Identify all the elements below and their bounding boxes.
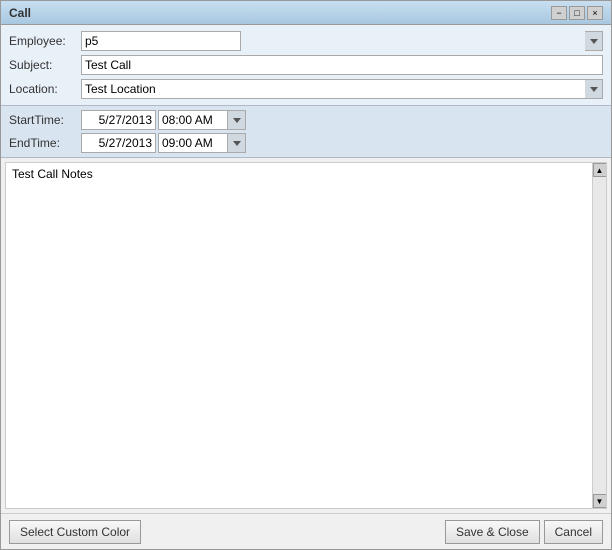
- starttime-time-wrapper: [158, 110, 246, 130]
- scroll-down-icon: ▼: [596, 497, 604, 506]
- datetime-section: StartTime: EndTime:: [1, 106, 611, 158]
- notes-textarea[interactable]: Test Call Notes: [6, 163, 592, 508]
- cancel-button[interactable]: Cancel: [544, 520, 603, 544]
- starttime-label: StartTime:: [9, 113, 81, 127]
- starttime-dropdown-button[interactable]: [228, 110, 246, 130]
- call-window: Call − □ × Employee: Subject:: [0, 0, 612, 550]
- notes-area: Test Call Notes ▲ ▼: [5, 162, 607, 509]
- minimize-button[interactable]: −: [551, 6, 567, 20]
- content-wrapper: Employee: Subject: Location:: [1, 25, 611, 549]
- employee-dropdown-button[interactable]: [585, 31, 603, 51]
- scroll-up-button[interactable]: ▲: [593, 163, 607, 177]
- endtime-row: EndTime:: [9, 133, 603, 153]
- endtime-date-input[interactable]: [81, 133, 156, 153]
- title-bar: Call − □ ×: [1, 1, 611, 25]
- save-close-button[interactable]: Save & Close: [445, 520, 540, 544]
- starttime-dropdown-arrow-icon: [233, 118, 241, 123]
- endtime-dropdown-button[interactable]: [228, 133, 246, 153]
- close-button[interactable]: ×: [587, 6, 603, 20]
- subject-input[interactable]: [81, 55, 603, 75]
- location-select-wrapper: [81, 79, 603, 99]
- location-input[interactable]: [81, 79, 603, 99]
- location-label: Location:: [9, 82, 81, 96]
- endtime-time-input[interactable]: [158, 133, 228, 153]
- bottom-left: Select Custom Color: [9, 520, 141, 544]
- select-custom-color-button[interactable]: Select Custom Color: [9, 520, 141, 544]
- endtime-label: EndTime:: [9, 136, 81, 150]
- scroll-up-icon: ▲: [596, 166, 604, 175]
- maximize-button[interactable]: □: [569, 6, 585, 20]
- endtime-time-wrapper: [158, 133, 246, 153]
- scrollbar: ▲ ▼: [592, 163, 606, 508]
- location-row: Location:: [9, 79, 603, 99]
- employee-label: Employee:: [9, 34, 81, 48]
- title-bar-left: Call: [9, 6, 31, 20]
- form-area: Employee: Subject: Location:: [1, 25, 611, 106]
- location-dropdown-button[interactable]: [585, 79, 603, 99]
- scroll-down-button[interactable]: ▼: [593, 494, 607, 508]
- endtime-dropdown-arrow-icon: [233, 141, 241, 146]
- window-title: Call: [9, 6, 31, 20]
- location-dropdown-arrow-icon: [590, 87, 598, 92]
- bottom-right: Save & Close Cancel: [445, 520, 603, 544]
- starttime-date-input[interactable]: [81, 110, 156, 130]
- subject-label: Subject:: [9, 58, 81, 72]
- employee-select-wrapper: [81, 31, 603, 51]
- title-bar-controls: − □ ×: [551, 6, 603, 20]
- scroll-track: [593, 177, 606, 494]
- bottom-bar: Select Custom Color Save & Close Cancel: [1, 513, 611, 549]
- starttime-time-input[interactable]: [158, 110, 228, 130]
- employee-row: Employee:: [9, 31, 603, 51]
- starttime-row: StartTime:: [9, 110, 603, 130]
- employee-input[interactable]: [81, 31, 241, 51]
- employee-dropdown-arrow-icon: [590, 39, 598, 44]
- subject-row: Subject:: [9, 55, 603, 75]
